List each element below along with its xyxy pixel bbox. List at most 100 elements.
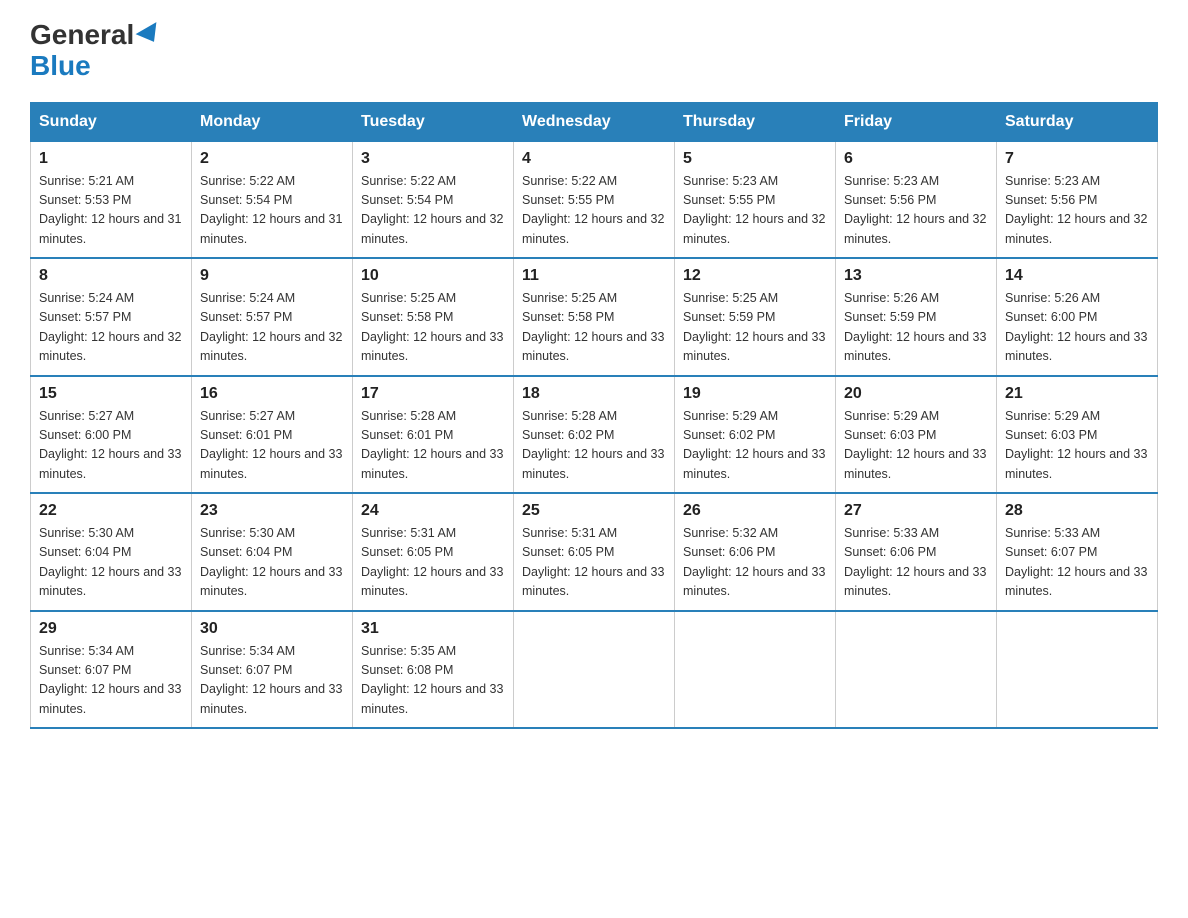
day-info: Sunrise: 5:23 AMSunset: 5:56 PMDaylight:… <box>844 174 986 246</box>
day-number: 25 <box>522 502 666 520</box>
calendar-week-row: 15 Sunrise: 5:27 AMSunset: 6:00 PMDaylig… <box>31 376 1158 494</box>
calendar-cell <box>997 611 1158 729</box>
weekday-header-tuesday: Tuesday <box>353 102 514 141</box>
day-number: 16 <box>200 385 344 403</box>
day-number: 21 <box>1005 385 1149 403</box>
day-info: Sunrise: 5:25 AMSunset: 5:59 PMDaylight:… <box>683 291 825 363</box>
calendar-cell: 8 Sunrise: 5:24 AMSunset: 5:57 PMDayligh… <box>31 258 192 376</box>
day-info: Sunrise: 5:26 AMSunset: 6:00 PMDaylight:… <box>1005 291 1147 363</box>
calendar-cell: 16 Sunrise: 5:27 AMSunset: 6:01 PMDaylig… <box>192 376 353 494</box>
day-info: Sunrise: 5:22 AMSunset: 5:54 PMDaylight:… <box>361 174 503 246</box>
calendar-cell: 25 Sunrise: 5:31 AMSunset: 6:05 PMDaylig… <box>514 493 675 611</box>
day-number: 29 <box>39 620 183 638</box>
calendar-cell: 14 Sunrise: 5:26 AMSunset: 6:00 PMDaylig… <box>997 258 1158 376</box>
logo-arrow-icon <box>136 22 165 48</box>
day-info: Sunrise: 5:34 AMSunset: 6:07 PMDaylight:… <box>200 644 342 716</box>
day-number: 3 <box>361 150 505 168</box>
page-header: General Blue <box>30 20 1158 82</box>
day-number: 4 <box>522 150 666 168</box>
calendar-cell: 21 Sunrise: 5:29 AMSunset: 6:03 PMDaylig… <box>997 376 1158 494</box>
calendar-cell: 11 Sunrise: 5:25 AMSunset: 5:58 PMDaylig… <box>514 258 675 376</box>
day-info: Sunrise: 5:33 AMSunset: 6:07 PMDaylight:… <box>1005 526 1147 598</box>
day-info: Sunrise: 5:25 AMSunset: 5:58 PMDaylight:… <box>361 291 503 363</box>
day-info: Sunrise: 5:25 AMSunset: 5:58 PMDaylight:… <box>522 291 664 363</box>
weekday-header-saturday: Saturday <box>997 102 1158 141</box>
day-info: Sunrise: 5:21 AMSunset: 5:53 PMDaylight:… <box>39 174 181 246</box>
day-number: 11 <box>522 267 666 285</box>
day-info: Sunrise: 5:31 AMSunset: 6:05 PMDaylight:… <box>361 526 503 598</box>
day-info: Sunrise: 5:27 AMSunset: 6:01 PMDaylight:… <box>200 409 342 481</box>
day-info: Sunrise: 5:30 AMSunset: 6:04 PMDaylight:… <box>200 526 342 598</box>
calendar-cell: 10 Sunrise: 5:25 AMSunset: 5:58 PMDaylig… <box>353 258 514 376</box>
day-info: Sunrise: 5:34 AMSunset: 6:07 PMDaylight:… <box>39 644 181 716</box>
calendar-cell: 15 Sunrise: 5:27 AMSunset: 6:00 PMDaylig… <box>31 376 192 494</box>
calendar-cell: 22 Sunrise: 5:30 AMSunset: 6:04 PMDaylig… <box>31 493 192 611</box>
day-number: 23 <box>200 502 344 520</box>
calendar-cell: 26 Sunrise: 5:32 AMSunset: 6:06 PMDaylig… <box>675 493 836 611</box>
day-number: 24 <box>361 502 505 520</box>
day-number: 26 <box>683 502 827 520</box>
calendar-cell: 3 Sunrise: 5:22 AMSunset: 5:54 PMDayligh… <box>353 141 514 258</box>
calendar-cell: 12 Sunrise: 5:25 AMSunset: 5:59 PMDaylig… <box>675 258 836 376</box>
day-number: 17 <box>361 385 505 403</box>
day-number: 10 <box>361 267 505 285</box>
day-info: Sunrise: 5:28 AMSunset: 6:01 PMDaylight:… <box>361 409 503 481</box>
day-info: Sunrise: 5:29 AMSunset: 6:03 PMDaylight:… <box>1005 409 1147 481</box>
calendar-cell: 4 Sunrise: 5:22 AMSunset: 5:55 PMDayligh… <box>514 141 675 258</box>
day-number: 30 <box>200 620 344 638</box>
weekday-header-sunday: Sunday <box>31 102 192 141</box>
day-info: Sunrise: 5:27 AMSunset: 6:00 PMDaylight:… <box>39 409 181 481</box>
calendar-cell: 18 Sunrise: 5:28 AMSunset: 6:02 PMDaylig… <box>514 376 675 494</box>
day-info: Sunrise: 5:26 AMSunset: 5:59 PMDaylight:… <box>844 291 986 363</box>
calendar-cell <box>675 611 836 729</box>
day-info: Sunrise: 5:35 AMSunset: 6:08 PMDaylight:… <box>361 644 503 716</box>
day-info: Sunrise: 5:29 AMSunset: 6:03 PMDaylight:… <box>844 409 986 481</box>
calendar-week-row: 22 Sunrise: 5:30 AMSunset: 6:04 PMDaylig… <box>31 493 1158 611</box>
calendar-cell: 19 Sunrise: 5:29 AMSunset: 6:02 PMDaylig… <box>675 376 836 494</box>
weekday-header-monday: Monday <box>192 102 353 141</box>
day-info: Sunrise: 5:29 AMSunset: 6:02 PMDaylight:… <box>683 409 825 481</box>
calendar-table: SundayMondayTuesdayWednesdayThursdayFrid… <box>30 102 1158 730</box>
day-info: Sunrise: 5:24 AMSunset: 5:57 PMDaylight:… <box>39 291 181 363</box>
day-number: 14 <box>1005 267 1149 285</box>
day-number: 22 <box>39 502 183 520</box>
calendar-cell <box>514 611 675 729</box>
day-number: 28 <box>1005 502 1149 520</box>
calendar-cell: 29 Sunrise: 5:34 AMSunset: 6:07 PMDaylig… <box>31 611 192 729</box>
calendar-cell <box>836 611 997 729</box>
calendar-week-row: 1 Sunrise: 5:21 AMSunset: 5:53 PMDayligh… <box>31 141 1158 258</box>
logo-general-text: General <box>30 20 134 51</box>
calendar-cell: 23 Sunrise: 5:30 AMSunset: 6:04 PMDaylig… <box>192 493 353 611</box>
day-number: 2 <box>200 150 344 168</box>
calendar-cell: 20 Sunrise: 5:29 AMSunset: 6:03 PMDaylig… <box>836 376 997 494</box>
day-info: Sunrise: 5:32 AMSunset: 6:06 PMDaylight:… <box>683 526 825 598</box>
weekday-header-wednesday: Wednesday <box>514 102 675 141</box>
day-info: Sunrise: 5:30 AMSunset: 6:04 PMDaylight:… <box>39 526 181 598</box>
day-number: 15 <box>39 385 183 403</box>
calendar-cell: 24 Sunrise: 5:31 AMSunset: 6:05 PMDaylig… <box>353 493 514 611</box>
calendar-cell: 6 Sunrise: 5:23 AMSunset: 5:56 PMDayligh… <box>836 141 997 258</box>
calendar-cell: 17 Sunrise: 5:28 AMSunset: 6:01 PMDaylig… <box>353 376 514 494</box>
day-info: Sunrise: 5:33 AMSunset: 6:06 PMDaylight:… <box>844 526 986 598</box>
calendar-cell: 5 Sunrise: 5:23 AMSunset: 5:55 PMDayligh… <box>675 141 836 258</box>
calendar-week-row: 8 Sunrise: 5:24 AMSunset: 5:57 PMDayligh… <box>31 258 1158 376</box>
weekday-header-friday: Friday <box>836 102 997 141</box>
calendar-cell: 1 Sunrise: 5:21 AMSunset: 5:53 PMDayligh… <box>31 141 192 258</box>
day-info: Sunrise: 5:22 AMSunset: 5:55 PMDaylight:… <box>522 174 664 246</box>
day-number: 27 <box>844 502 988 520</box>
calendar-cell: 28 Sunrise: 5:33 AMSunset: 6:07 PMDaylig… <box>997 493 1158 611</box>
day-number: 18 <box>522 385 666 403</box>
day-info: Sunrise: 5:23 AMSunset: 5:56 PMDaylight:… <box>1005 174 1147 246</box>
calendar-week-row: 29 Sunrise: 5:34 AMSunset: 6:07 PMDaylig… <box>31 611 1158 729</box>
day-info: Sunrise: 5:23 AMSunset: 5:55 PMDaylight:… <box>683 174 825 246</box>
calendar-cell: 9 Sunrise: 5:24 AMSunset: 5:57 PMDayligh… <box>192 258 353 376</box>
day-number: 8 <box>39 267 183 285</box>
logo: General Blue <box>30 20 162 82</box>
day-number: 6 <box>844 150 988 168</box>
day-number: 5 <box>683 150 827 168</box>
weekday-header-thursday: Thursday <box>675 102 836 141</box>
day-number: 13 <box>844 267 988 285</box>
logo-blue-text: Blue <box>30 51 91 82</box>
day-number: 7 <box>1005 150 1149 168</box>
day-number: 20 <box>844 385 988 403</box>
